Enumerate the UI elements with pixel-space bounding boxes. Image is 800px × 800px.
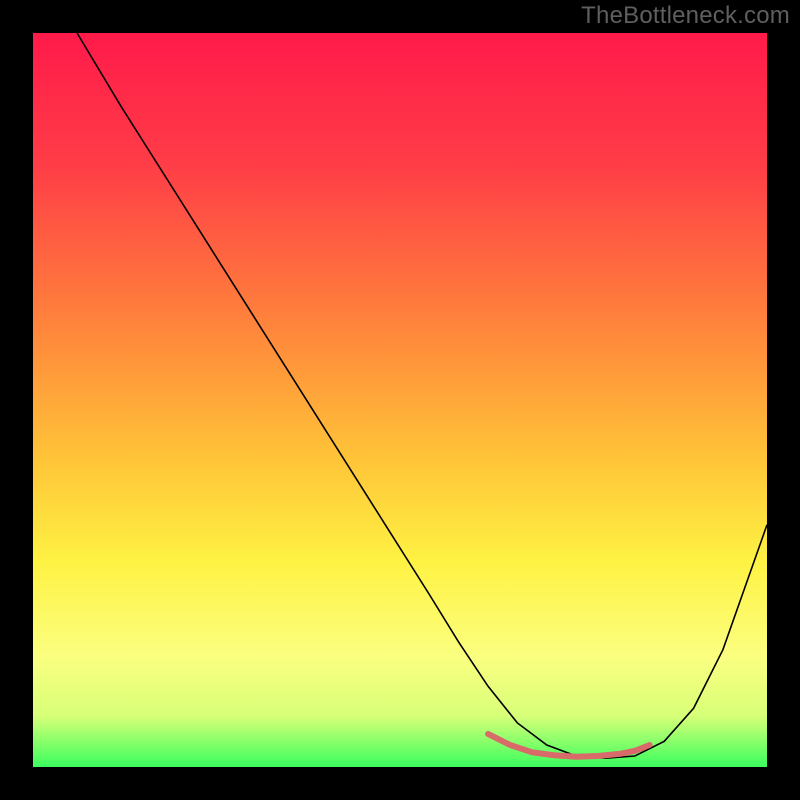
plot-area — [33, 33, 767, 767]
watermark-text: TheBottleneck.com — [581, 2, 790, 30]
chart-frame: TheBottleneck.com — [0, 0, 800, 800]
chart-svg — [33, 33, 767, 767]
gradient-rect — [33, 33, 767, 767]
